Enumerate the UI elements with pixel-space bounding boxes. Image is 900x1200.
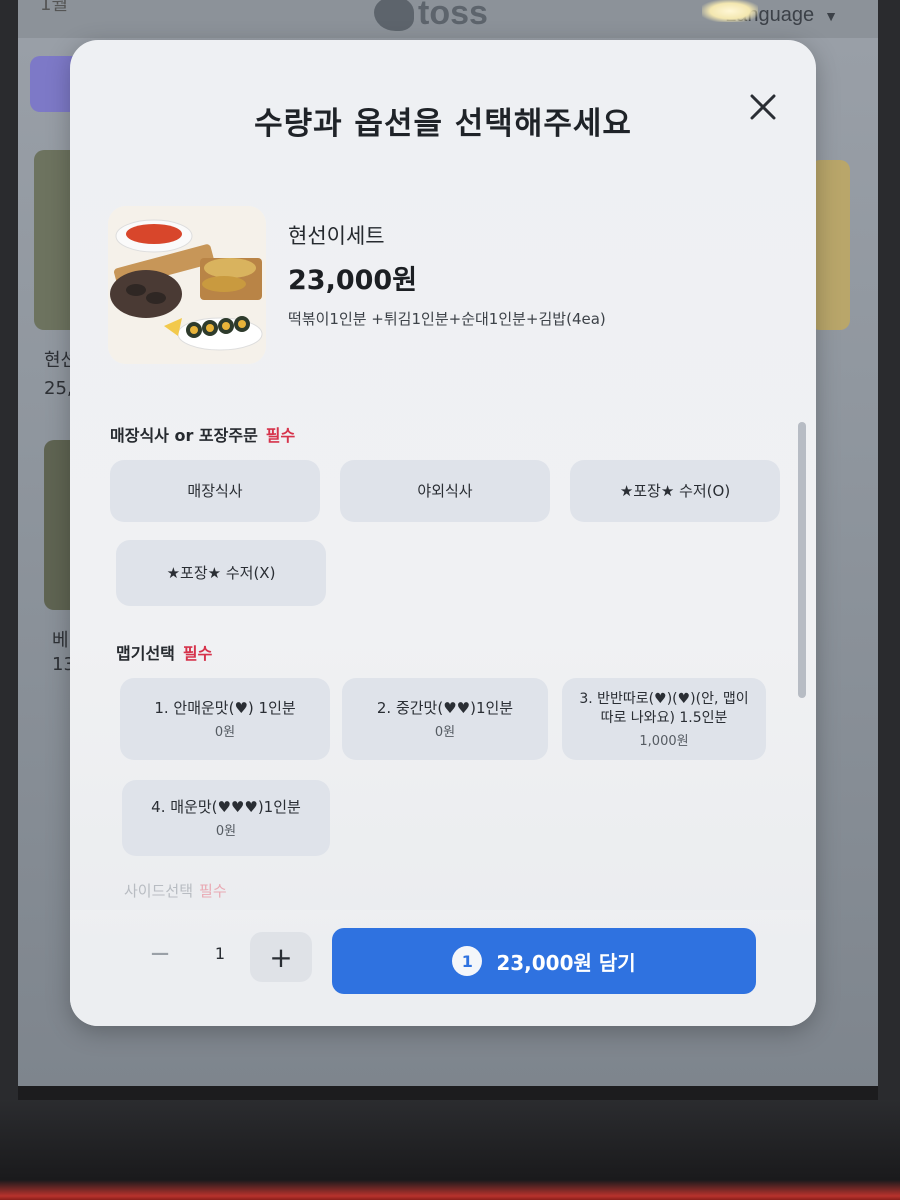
option-spice-hot[interactable]: 4. 매운맛(♥♥♥)1인분 0원 (122, 780, 330, 856)
option-price: 0원 (215, 824, 237, 839)
option-spice-half-half[interactable]: 3. 반반따로(♥)(♥)(안, 맵이 따로 나와요) 1.5인분 1,000원 (562, 678, 766, 760)
brand-logo: toss (374, 0, 488, 33)
required-badge: 필수 (199, 882, 227, 900)
option-price: 0원 (214, 725, 236, 740)
top-bar: 1월 toss Language ▼ (18, 0, 878, 38)
option-spice-mild[interactable]: 1. 안매운맛(♥) 1인분 0원 (120, 678, 330, 760)
section-title-side: 사이드선택 필수 (124, 880, 227, 901)
background-menu-card (810, 160, 850, 330)
kiosk-bezel (0, 1100, 900, 1200)
option-price: 1,000원 (639, 733, 689, 749)
close-icon[interactable] (748, 92, 778, 122)
option-label: 2. 중간맛(♥♥)1인분 (376, 699, 514, 717)
required-badge: 필수 (182, 644, 213, 663)
option-spice-medium[interactable]: 2. 중간맛(♥♥)1인분 0원 (342, 678, 548, 760)
option-modal: 수량과 옵션을 선택해주세요 현선이세트 23,000원 떡볶이1인분 +튀김1… (70, 40, 816, 1026)
section-title-text: 사이드선택 (124, 882, 194, 900)
option-label: 4. 매운맛(♥♥♥)1인분 (151, 798, 301, 816)
required-badge: 필수 (265, 426, 296, 445)
cart-count-badge: 1 (452, 946, 483, 976)
option-takeout-no-cutlery[interactable]: ★포장★ 수저(X) (116, 540, 326, 606)
product-price: 23,000원 (288, 265, 418, 296)
section-title-text: 매장식사 or 포장주문 (110, 426, 258, 445)
modal-title: 수량과 옵션을 선택해주세요 (254, 106, 632, 142)
option-label: ★포장★ 수저(O) (619, 481, 731, 500)
toss-logo-icon (374, 0, 414, 31)
section-title-spice-level: 맵기선택 필수 (116, 640, 212, 664)
add-to-cart-button[interactable]: 1 23,000원 담기 (332, 928, 756, 994)
option-takeout-with-cutlery[interactable]: ★포장★ 수저(O) (570, 460, 780, 522)
glare (702, 0, 758, 22)
product-name: 현선이세트 (288, 224, 385, 248)
option-label: 3. 반반따로(♥)(♥)(안, 맵이 따로 나와요) 1.5인분 (579, 690, 749, 726)
option-dine-in[interactable]: 매장식사 (110, 460, 320, 522)
option-label: ★포장★ 수저(X) (166, 563, 276, 582)
quantity-increase-button[interactable]: + (250, 932, 312, 982)
product-description: 떡볶이1인분 +튀김1인분+순대1인분+김밥(4ea) (288, 310, 606, 328)
add-to-cart-label: 23,000원 담기 (496, 950, 636, 975)
brand-name: toss (418, 0, 488, 32)
option-label: 야외식사 (417, 481, 473, 500)
quantity-value: 1 (214, 944, 226, 963)
option-label: 매장식사 (187, 481, 243, 500)
minus-icon: − (149, 939, 171, 969)
chevron-down-icon: ▼ (824, 7, 838, 24)
section-title-dine-option: 매장식사 or 포장주문 필수 (110, 422, 295, 446)
option-outdoor[interactable]: 야외식사 (340, 460, 550, 522)
header-corner-text: 1월 (40, 0, 69, 15)
section-title-text: 맵기선택 (116, 644, 175, 663)
plus-icon: + (269, 940, 293, 974)
option-label: 1. 안매운맛(♥) 1인분 (154, 699, 296, 717)
option-price: 0원 (434, 725, 456, 740)
scrollbar[interactable] (798, 422, 806, 698)
product-image (108, 206, 266, 364)
quantity-decrease-button[interactable]: − (140, 934, 180, 974)
